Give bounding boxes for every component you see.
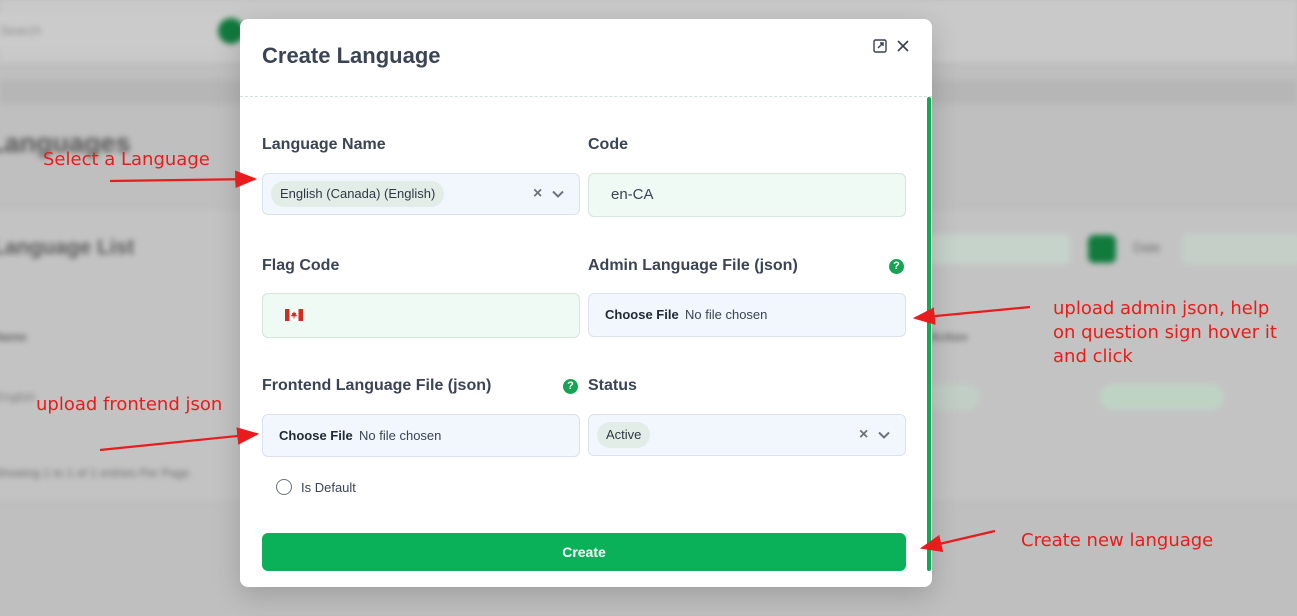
bg-filter-label: Date xyxy=(1133,240,1161,255)
create-language-modal: Create Language Language Name English (C… xyxy=(240,19,932,587)
annotation-upload-frontend: upload frontend json xyxy=(36,394,223,415)
bg-footer-text: Showing 1 to 1 of 1 entries Per Page xyxy=(0,466,189,480)
status-select[interactable]: Active × xyxy=(588,414,906,456)
canada-flag-icon xyxy=(285,309,303,321)
clear-icon[interactable]: × xyxy=(533,186,545,202)
language-name-select[interactable]: English (Canada) (English) × xyxy=(262,173,580,215)
header-divider xyxy=(240,96,932,97)
bg-pill xyxy=(925,384,980,410)
chevron-down-icon[interactable] xyxy=(551,187,565,201)
status-chip: Active xyxy=(597,422,651,448)
modal-title: Create Language xyxy=(262,43,441,68)
expand-icon[interactable] xyxy=(871,37,889,55)
code-label: Code xyxy=(588,136,628,153)
bg-footer-per-page: Per Page xyxy=(139,466,190,480)
admin-file-status: No file chosen xyxy=(685,307,768,322)
admin-file-help-icon[interactable]: ? xyxy=(889,259,904,274)
admin-file-input[interactable]: Choose File No file chosen xyxy=(588,293,906,337)
bg-table-header-name: Name xyxy=(0,330,27,344)
bg-filter-button xyxy=(1088,235,1116,263)
bg-footer-entries: Showing 1 to 1 of 1 entries xyxy=(0,466,137,480)
code-value: en-CA xyxy=(611,186,654,203)
is-default-radio[interactable] xyxy=(276,479,292,495)
bg-filter-select xyxy=(1182,233,1297,265)
clear-icon[interactable]: × xyxy=(859,427,871,443)
bg-card-title: Language List xyxy=(0,236,135,259)
scrollbar[interactable] xyxy=(927,97,931,571)
flag-code-select[interactable] xyxy=(262,293,580,338)
admin-choose-file-button[interactable]: Choose File xyxy=(605,307,679,322)
frontend-choose-file-button[interactable]: Choose File xyxy=(279,428,353,443)
frontend-file-help-icon[interactable]: ? xyxy=(563,379,578,394)
chevron-down-icon[interactable] xyxy=(877,428,891,442)
is-default-label: Is Default xyxy=(301,480,356,495)
language-name-chip: English (Canada) (English) xyxy=(271,181,445,207)
language-name-label: Language Name xyxy=(262,136,386,153)
close-icon[interactable] xyxy=(894,37,912,55)
annotation-upload-admin: upload admin json, help on question sign… xyxy=(1053,298,1277,367)
frontend-file-input[interactable]: Choose File No file chosen xyxy=(262,414,580,457)
annotation-select-language: Select a Language xyxy=(43,149,210,170)
flag-code-label: Flag Code xyxy=(262,257,340,274)
bg-table-cell-name: English xyxy=(0,390,36,404)
code-input[interactable]: en-CA xyxy=(588,173,906,217)
bg-filter-input xyxy=(920,234,1070,264)
frontend-file-label: Frontend Language File (json) xyxy=(262,377,492,394)
create-button[interactable]: Create xyxy=(262,533,906,571)
admin-file-label: Admin Language File (json) xyxy=(588,257,798,274)
bg-search-input: Search xyxy=(0,14,252,48)
frontend-file-status: No file chosen xyxy=(359,428,442,443)
bg-table-header-action: Action xyxy=(930,330,968,344)
annotation-create-new: Create new language xyxy=(1021,530,1214,551)
bg-status-badge xyxy=(1100,384,1224,410)
status-label: Status xyxy=(588,377,637,394)
